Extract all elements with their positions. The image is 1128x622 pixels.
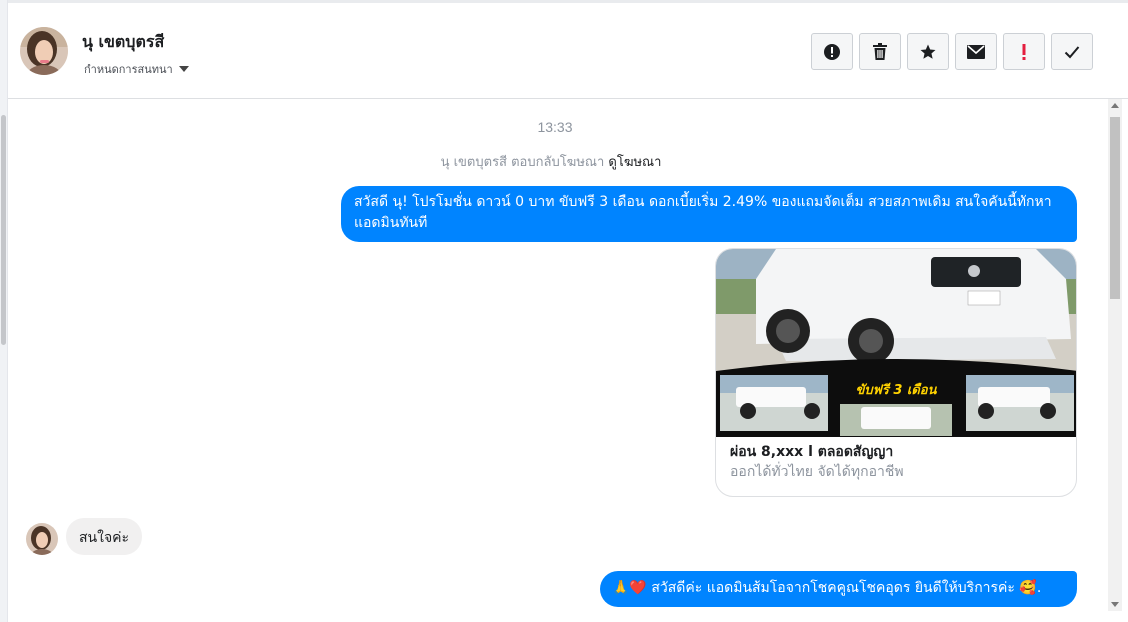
left-panel-edge xyxy=(0,0,8,622)
outgoing-message: 🙏❤️ สวัสดีค่ะ แอดมินส้มโอจากโชคคูณโชคอุด… xyxy=(600,571,1077,607)
mark-unread-button[interactable] xyxy=(955,33,997,70)
ad-card[interactable]: ขับฟรี 3 เดือน ผ่อน 8,xxx l ตลอดสัญญา ออ… xyxy=(715,248,1077,497)
ad-card-subtitle: ออกได้ทั่วไทย จัดได้ทุกอาชีพ xyxy=(730,464,904,480)
ad-banner-text: ขับฟรี 3 เดือน xyxy=(855,382,937,398)
view-ad-link[interactable]: ดูโฆษณา xyxy=(608,155,661,170)
ad-reply-text: นุ เขตบุตรสี ตอบกลับโฆษณา xyxy=(440,155,605,170)
contact-avatar[interactable] xyxy=(20,27,68,75)
alert-circle-icon xyxy=(824,43,840,60)
delete-button[interactable] xyxy=(859,33,901,70)
conversation-header: นุ เขตบุตรสี กำหนดการสนทนา xyxy=(8,0,1128,99)
ad-card-title: ผ่อน 8,xxx l ตลอดสัญญา xyxy=(730,444,894,460)
conversation-settings-dropdown[interactable]: กำหนดการสนทนา xyxy=(84,60,189,78)
trash-icon xyxy=(873,42,887,60)
scrollbar-thumb[interactable] xyxy=(1110,117,1120,299)
left-scrollbar-thumb[interactable] xyxy=(1,115,6,345)
report-spam-button[interactable] xyxy=(811,33,853,70)
ad-card-image: ขับฟรี 3 เดือน xyxy=(716,249,1076,437)
scroll-up-arrow-icon[interactable] xyxy=(1111,103,1119,108)
ad-reply-note: นุ เขตบุตรสี ตอบกลับโฆษณา ดูโฆษณา xyxy=(0,151,1102,172)
contact-avatar-small[interactable] xyxy=(26,523,58,555)
header-actions xyxy=(811,33,1093,70)
conversation-settings-label: กำหนดการสนทนา xyxy=(84,63,173,76)
scroll-down-arrow-icon[interactable] xyxy=(1111,602,1119,607)
mark-done-button[interactable] xyxy=(1051,33,1093,70)
caret-down-icon xyxy=(178,66,189,72)
envelope-icon xyxy=(967,44,985,59)
outgoing-message: สวัสดี นุ! โปรโมชั่น ดาวน์ 0 บาท ขับฟรี … xyxy=(341,186,1077,242)
star-icon xyxy=(920,44,936,59)
contact-name[interactable]: นุ เขตบุตรสี xyxy=(82,30,164,55)
incoming-message: สนใจค่ะ xyxy=(66,518,143,555)
checkmark-icon xyxy=(1064,45,1080,58)
mark-important-button[interactable] xyxy=(1003,33,1045,70)
messages-scrollbar[interactable] xyxy=(1108,99,1122,611)
message-timestamp: 13:33 xyxy=(537,119,573,135)
exclamation-icon xyxy=(1022,43,1026,60)
star-button[interactable] xyxy=(907,33,949,70)
